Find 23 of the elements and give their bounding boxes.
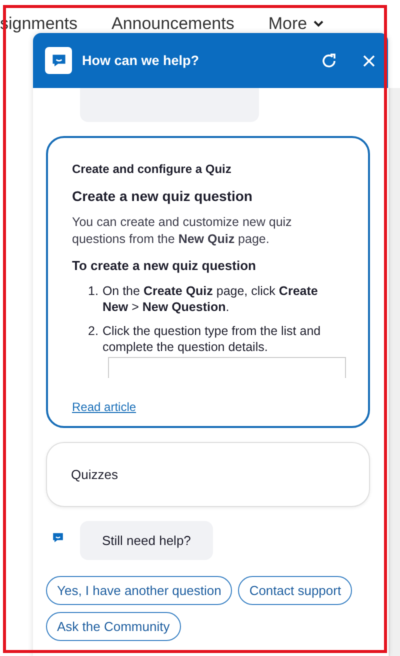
article-paragraph: You can create and customize new quiz questions from the New Quiz page. xyxy=(72,214,293,248)
result-card[interactable]: Quizzes xyxy=(46,442,370,507)
step-text: Click the question type from the list and complete the question details. xyxy=(102,323,322,355)
article-heading: Create a new quiz question xyxy=(72,188,254,204)
message-bubble: Still need help? xyxy=(80,521,213,560)
step-number: 1. xyxy=(88,283,98,300)
nav-tab[interactable]: Announcements xyxy=(111,14,234,34)
close-button[interactable] xyxy=(362,54,376,68)
step-text: On the Create Quiz page, click Create New > New Question. xyxy=(102,283,319,315)
chat-logo-icon xyxy=(45,47,72,74)
quick-reply-button[interactable]: Ask the Community xyxy=(46,612,181,641)
scrollbar[interactable] xyxy=(389,88,400,656)
step-number: 2. xyxy=(88,323,98,340)
quick-reply-button[interactable]: Contact support xyxy=(238,576,352,605)
read-article-link[interactable]: Read article xyxy=(72,400,136,414)
article-subheading: To create a new quiz question xyxy=(72,258,257,273)
quick-reply-button[interactable]: Yes, I have another question xyxy=(46,576,232,605)
bot-avatar-icon xyxy=(51,531,65,545)
refresh-button[interactable] xyxy=(320,52,338,70)
chat-title: How can we help? xyxy=(82,53,200,68)
more-tab[interactable]: More xyxy=(268,14,308,34)
article-category: Create and configure a Quiz xyxy=(72,162,232,176)
caret-icon xyxy=(313,20,324,28)
